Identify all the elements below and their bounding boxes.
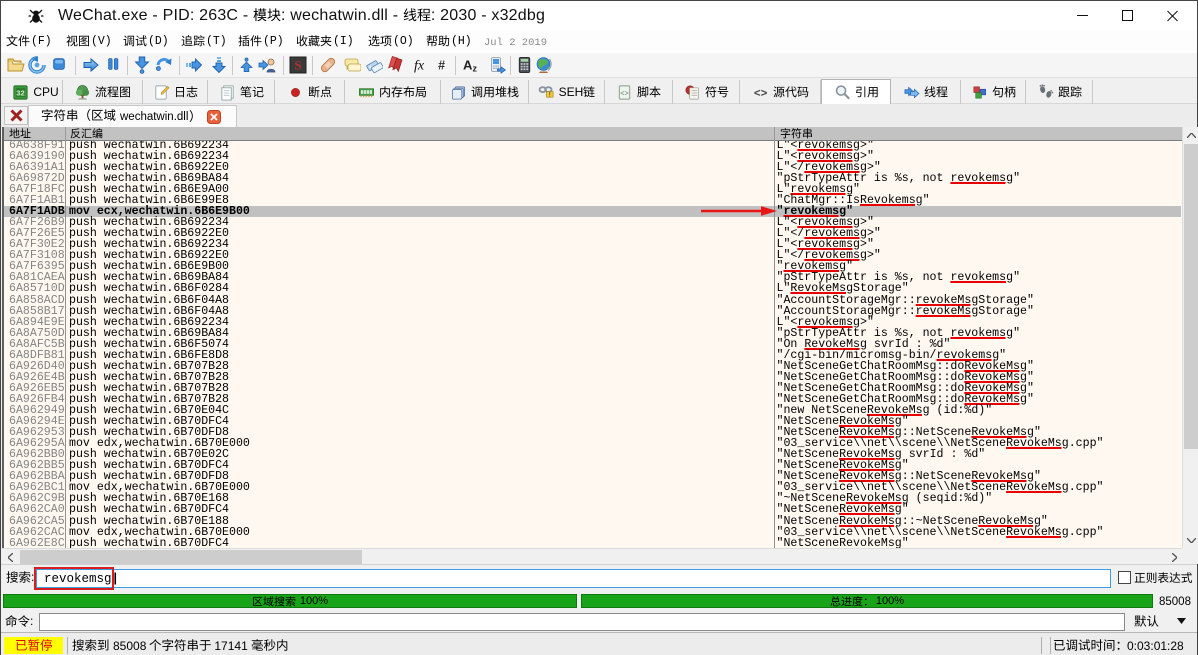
svg-text:!: ! [548, 91, 550, 98]
svg-text:#: # [438, 58, 445, 72]
svg-text:32: 32 [17, 88, 25, 97]
svg-text:A: A [463, 58, 473, 73]
svg-text:<>: <> [620, 90, 629, 98]
svg-text:z: z [473, 64, 478, 74]
svg-text:S: S [294, 58, 301, 73]
svg-text:fx: fx [414, 59, 425, 74]
svg-text:<>: <> [753, 88, 767, 100]
